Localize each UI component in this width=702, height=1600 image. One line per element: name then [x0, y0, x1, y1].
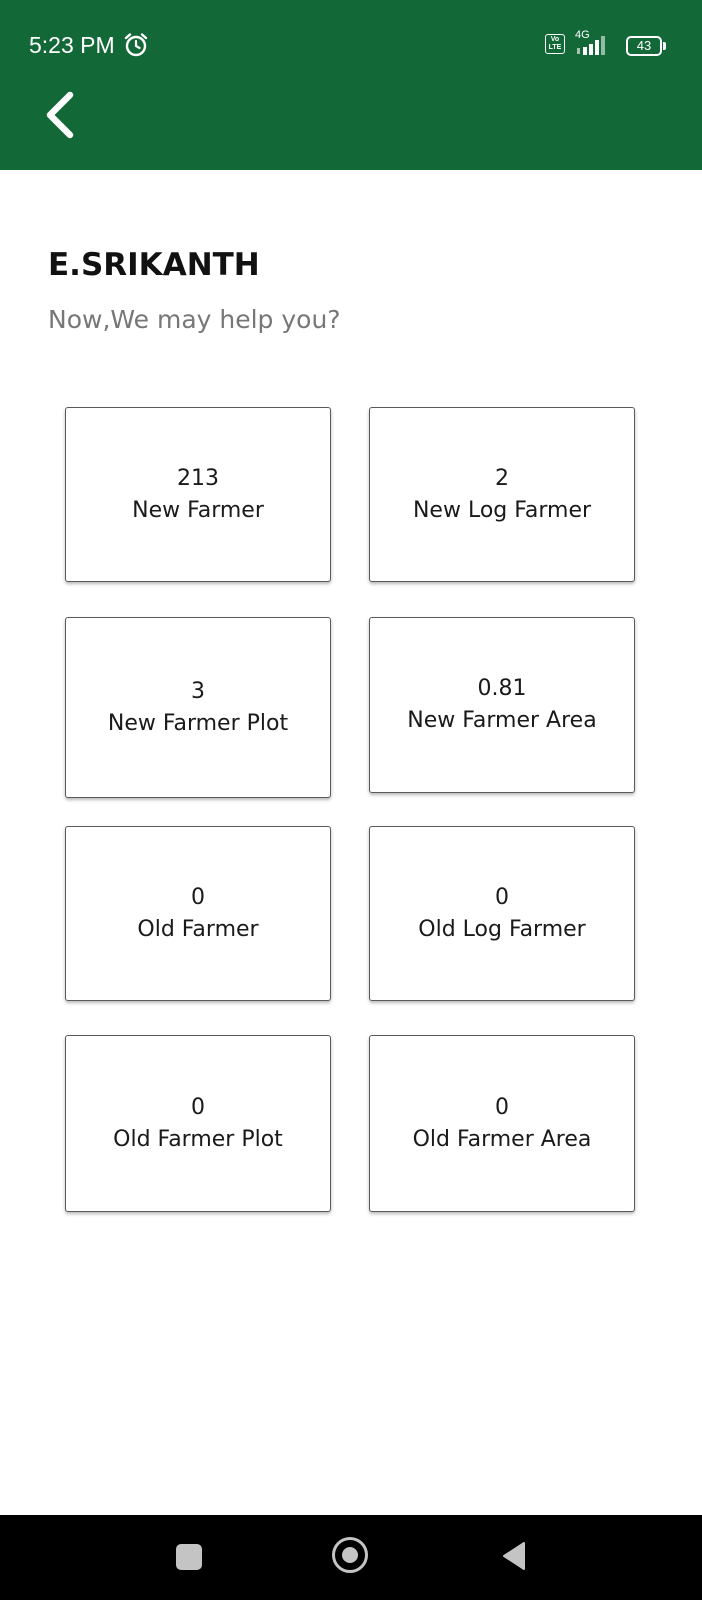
new-farmer-area-card[interactable]: 0.81 New Farmer Area	[369, 617, 635, 793]
card-label: New Log Farmer	[412, 497, 592, 523]
card-label: Old Log Farmer	[418, 916, 586, 942]
battery-icon: 43	[626, 36, 666, 56]
volte-icon: Vo LTE	[545, 34, 565, 54]
signal-strength-icon	[575, 34, 617, 56]
card-value: 3	[191, 678, 205, 704]
app-header: 5:23 PM Vo LTE 4G 43	[0, 0, 702, 170]
card-label: New Farmer Area	[407, 708, 597, 733]
card-label: Old Farmer Plot	[113, 1126, 283, 1152]
card-label: New Farmer Plot	[107, 710, 289, 736]
battery-tip	[663, 42, 666, 50]
card-value: 0.81	[477, 676, 527, 701]
card-label: Old Farmer	[137, 916, 259, 942]
home-circle-icon[interactable]	[332, 1537, 368, 1573]
battery-level: 43	[626, 36, 662, 56]
alarm-clock-icon	[123, 32, 149, 58]
card-value: 0	[495, 884, 509, 910]
card-label: New Farmer	[132, 497, 264, 523]
help-subtitle: Now,We may help you?	[48, 305, 341, 334]
new-farmer-card[interactable]: 213 New Farmer	[65, 407, 331, 582]
system-navigation-bar	[0, 1515, 702, 1600]
old-farmer-area-card[interactable]: 0 Old Farmer Area	[369, 1035, 635, 1212]
old-log-farmer-card[interactable]: 0 Old Log Farmer	[369, 826, 635, 1001]
chevron-left-icon	[46, 91, 74, 139]
status-time: 5:23 PM	[29, 32, 115, 58]
user-name: E.SRIKANTH	[48, 247, 260, 283]
card-value: 0	[191, 1094, 205, 1120]
back-triangle-icon[interactable]	[500, 1540, 528, 1572]
old-farmer-plot-card[interactable]: 0 Old Farmer Plot	[65, 1035, 331, 1212]
new-log-farmer-card[interactable]: 2 New Log Farmer	[369, 407, 635, 582]
card-value: 2	[495, 465, 509, 491]
recents-square-icon[interactable]	[176, 1544, 202, 1570]
card-label: Old Farmer Area	[412, 1126, 592, 1152]
card-value: 213	[177, 465, 219, 491]
card-value: 0	[191, 884, 205, 910]
new-farmer-plot-card[interactable]: 3 New Farmer Plot	[65, 617, 331, 798]
card-value: 0	[495, 1094, 509, 1120]
old-farmer-card[interactable]: 0 Old Farmer	[65, 826, 331, 1001]
back-button[interactable]	[30, 85, 90, 145]
